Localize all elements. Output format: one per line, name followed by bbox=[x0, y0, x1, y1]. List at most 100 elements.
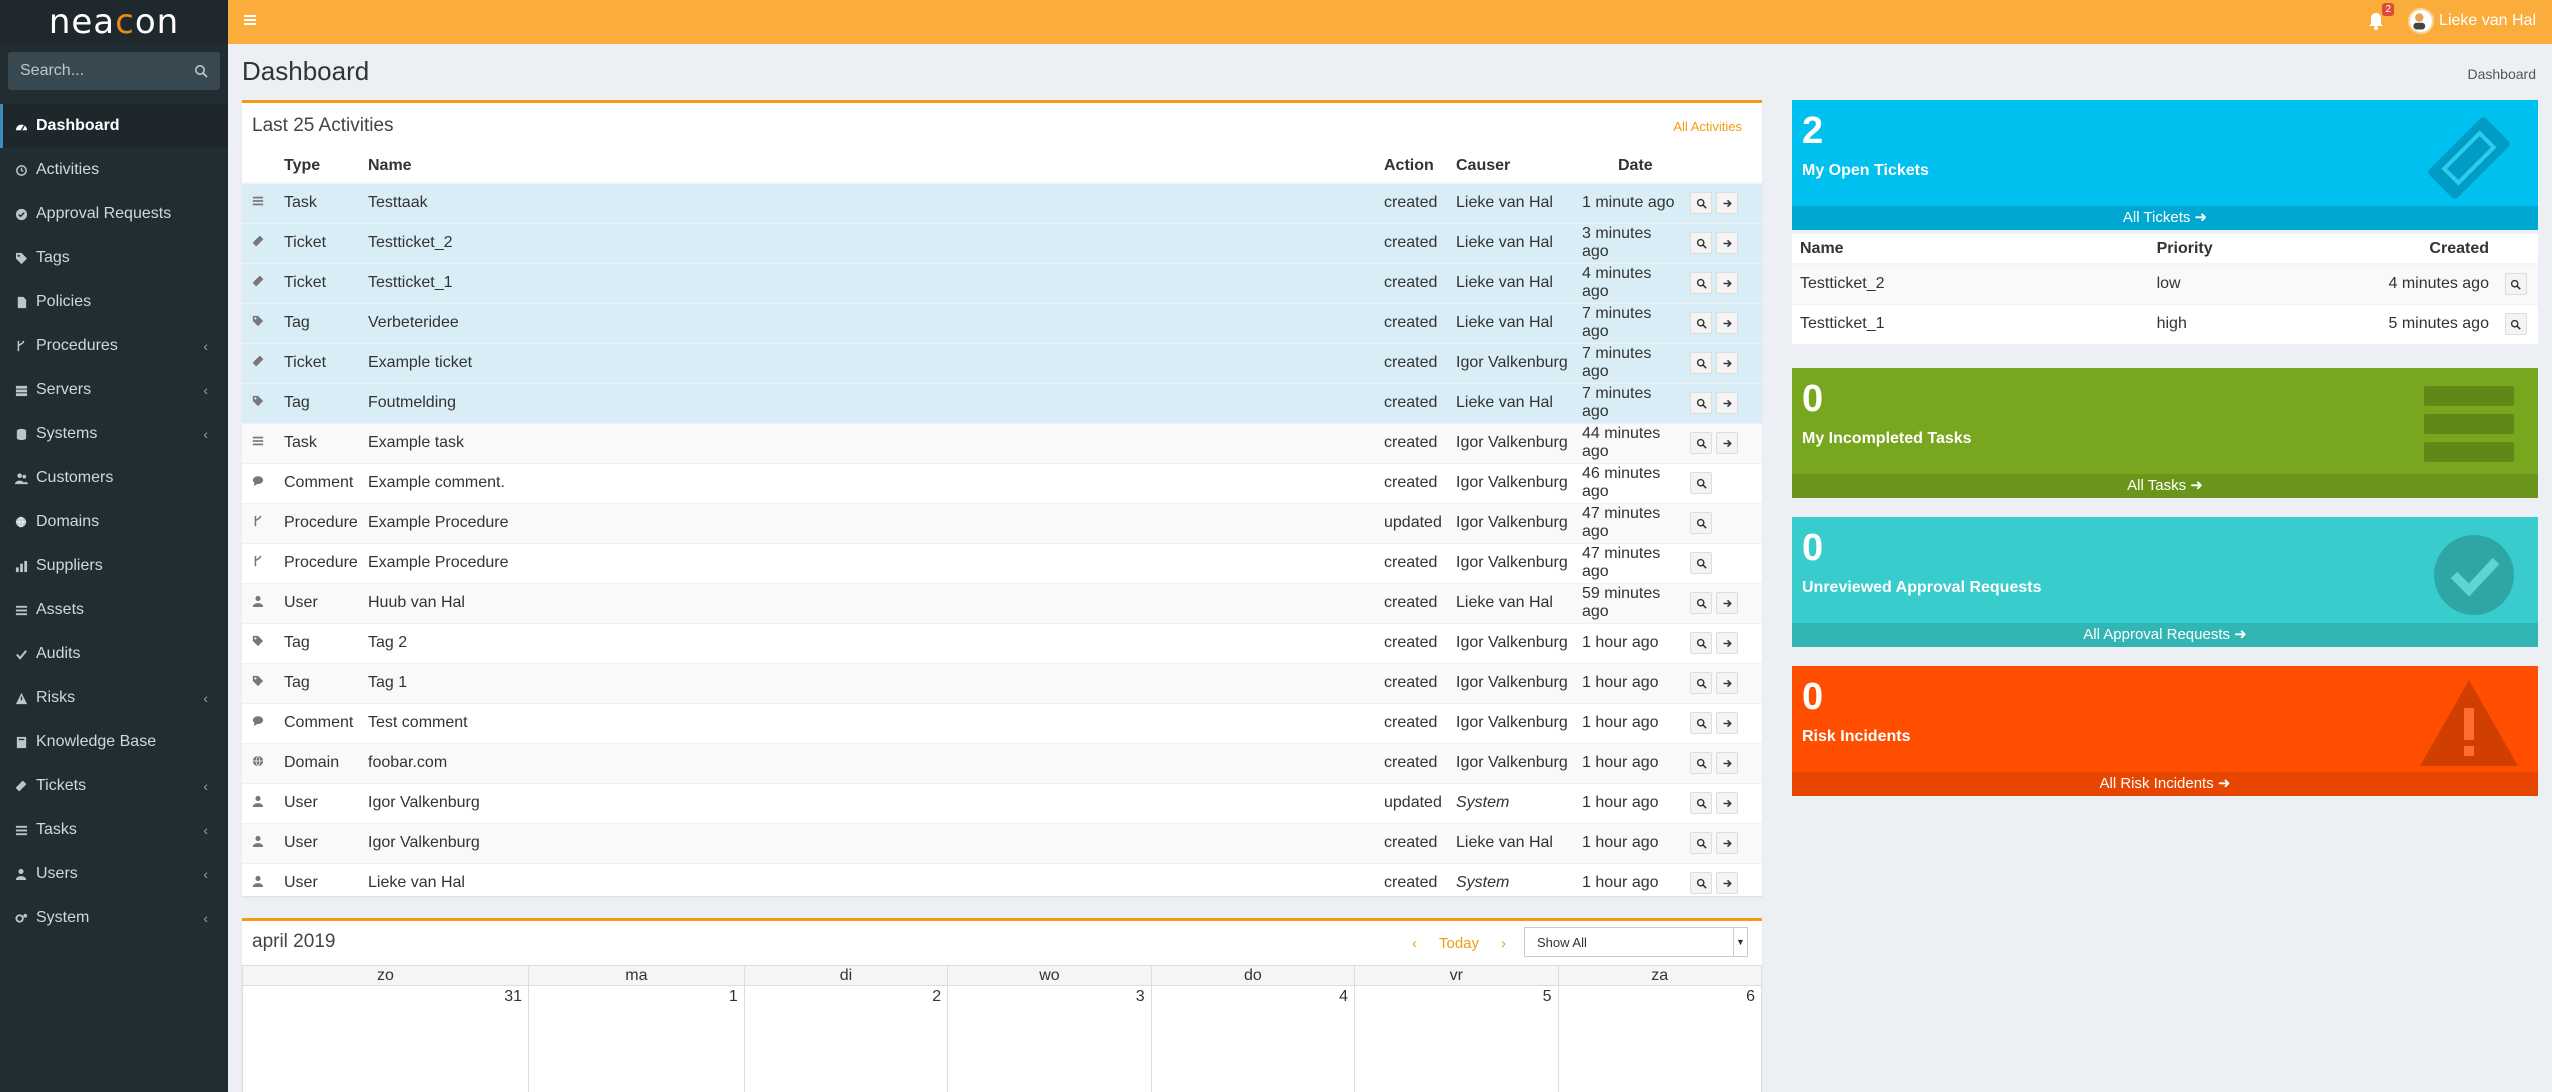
go-to-button[interactable] bbox=[1716, 232, 1738, 254]
search-input[interactable] bbox=[20, 62, 190, 80]
view-button[interactable] bbox=[1690, 392, 1712, 414]
table-row[interactable]: Ticket Testticket_1 created Lieke van Hal 4 … bbox=[242, 262, 1762, 303]
sidebar-item-tasks[interactable]: Tasks ‹ bbox=[0, 808, 228, 852]
go-to-button[interactable] bbox=[1716, 592, 1738, 614]
sidebar-item-users[interactable]: Users ‹ bbox=[0, 852, 228, 896]
type-cell: Task bbox=[276, 422, 360, 463]
view-button[interactable] bbox=[1690, 472, 1712, 494]
table-row[interactable]: Tag Verbeteridee created Lieke van Hal 7 min… bbox=[242, 302, 1762, 343]
view-button[interactable] bbox=[1690, 352, 1712, 374]
table-row[interactable]: Task Testtaak created Lieke van Hal 1 minute… bbox=[242, 182, 1762, 223]
table-row[interactable]: User Igor Valkenburg created Lieke van Hal 1… bbox=[242, 822, 1762, 863]
go-to-button[interactable] bbox=[1716, 192, 1738, 215]
table-row[interactable]: Tag Tag 2 created Igor Valkenburg 1 hour ago bbox=[242, 622, 1762, 663]
all-activities-link[interactable]: All Activities bbox=[1673, 119, 1742, 134]
all-approval-requests-link[interactable]: All Approval Requests ➜ bbox=[1792, 623, 2538, 647]
sidebar-item-policies[interactable]: Policies bbox=[0, 280, 228, 324]
go-to-button[interactable] bbox=[1716, 432, 1738, 454]
calendar-day-cell[interactable]: 4 bbox=[1150, 985, 1356, 1092]
calendar-filter-select[interactable]: Show All ▼ bbox=[1524, 927, 1748, 957]
view-button[interactable] bbox=[1690, 832, 1712, 854]
breadcrumb[interactable]: Dashboard bbox=[2468, 66, 2537, 82]
view-button[interactable] bbox=[1690, 272, 1712, 294]
calendar-day-cell[interactable]: 6 bbox=[1557, 985, 1763, 1092]
table-row[interactable]: Testticket_1 high 5 minutes ago bbox=[1792, 303, 2538, 344]
table-row[interactable]: Comment Test comment created Igor Valkenbur… bbox=[242, 702, 1762, 743]
hamburger-menu-icon[interactable] bbox=[242, 12, 258, 28]
user-name[interactable]: Lieke van Hal bbox=[2439, 12, 2536, 30]
all-tickets-link[interactable]: All Tickets ➜ bbox=[1792, 206, 2538, 230]
sidebar-item-domains[interactable]: Domains bbox=[0, 500, 228, 544]
go-to-button[interactable] bbox=[1716, 792, 1738, 814]
table-row[interactable]: Ticket Testticket_2 created Lieke van Hal 3 … bbox=[242, 222, 1762, 263]
table-row[interactable]: Tag Foutmelding created Lieke van Hal 7 minu… bbox=[242, 382, 1762, 423]
sidebar-item-risks[interactable]: Risks ‹ bbox=[0, 676, 228, 720]
search-icon[interactable] bbox=[194, 64, 208, 78]
sidebar-item-servers[interactable]: Servers ‹ bbox=[0, 368, 228, 412]
go-to-button[interactable] bbox=[1716, 272, 1738, 294]
table-row[interactable]: User Huub van Hal created Lieke van Hal 59 m… bbox=[242, 582, 1762, 623]
view-button[interactable] bbox=[1690, 672, 1712, 694]
sidebar-item-audits[interactable]: Audits bbox=[0, 632, 228, 676]
all-risk-incidents-link[interactable]: All Risk Incidents ➜ bbox=[1792, 772, 2538, 796]
go-to-button[interactable] bbox=[1716, 312, 1738, 334]
calendar-today-button[interactable]: Today bbox=[1439, 935, 1479, 952]
all-tasks-link[interactable]: All Tasks ➜ bbox=[1792, 474, 2538, 498]
go-to-button[interactable] bbox=[1716, 672, 1738, 694]
go-to-button[interactable] bbox=[1716, 392, 1738, 414]
go-to-button[interactable] bbox=[1716, 632, 1738, 654]
sidebar-item-tickets[interactable]: Tickets ‹ bbox=[0, 764, 228, 808]
view-button[interactable] bbox=[1690, 312, 1712, 334]
view-button[interactable] bbox=[1690, 872, 1712, 895]
sidebar-item-assets[interactable]: Assets bbox=[0, 588, 228, 632]
view-button[interactable] bbox=[1690, 432, 1712, 454]
sidebar-item-approval-requests[interactable]: Approval Requests bbox=[0, 192, 228, 236]
calendar-day-cell[interactable]: 5 bbox=[1354, 985, 1559, 1092]
table-row[interactable]: Comment Example comment. created Igor Valke… bbox=[242, 462, 1762, 503]
sidebar-item-procedures[interactable]: Procedures ‹ bbox=[0, 324, 228, 368]
go-to-button[interactable] bbox=[1716, 752, 1738, 774]
sidebar-item-dashboard[interactable]: Dashboard bbox=[0, 104, 228, 148]
view-button[interactable] bbox=[1690, 592, 1712, 614]
neacon-logo[interactable]: nea c on bbox=[0, 0, 228, 44]
view-button[interactable] bbox=[1690, 232, 1712, 254]
calendar-next-button[interactable]: › bbox=[1501, 935, 1506, 952]
table-row[interactable]: Domain foobar.com created Igor Valkenburg 1 … bbox=[242, 742, 1762, 783]
table-row[interactable]: Task Example task created Igor Valkenburg 44… bbox=[242, 422, 1762, 463]
view-button[interactable] bbox=[1690, 512, 1712, 534]
tag-icon bbox=[252, 674, 264, 687]
table-row[interactable]: Procedure Example Procedure updated Igor Va… bbox=[242, 502, 1762, 543]
calendar-prev-button[interactable]: ‹ bbox=[1412, 935, 1417, 952]
chevron-down-icon[interactable]: ▼ bbox=[1733, 928, 1747, 956]
view-button[interactable] bbox=[1690, 792, 1712, 814]
sidebar-item-systems[interactable]: Systems ‹ bbox=[0, 412, 228, 456]
table-row[interactable]: User Igor Valkenburg updated System 1 hour a… bbox=[242, 782, 1762, 823]
table-row[interactable]: Ticket Example ticket created Igor Valkenbu… bbox=[242, 342, 1762, 383]
view-button[interactable] bbox=[2504, 313, 2527, 336]
view-button[interactable] bbox=[2504, 273, 2527, 296]
table-row[interactable]: Procedure Example Procedure created Igor Va… bbox=[242, 542, 1762, 583]
calendar-day-cell[interactable]: 1 bbox=[528, 985, 745, 1092]
sidebar-item-knowledge-base[interactable]: Knowledge Base bbox=[0, 720, 228, 764]
sidebar-item-activities[interactable]: Activities bbox=[0, 148, 228, 192]
table-row[interactable]: User Lieke van Hal created System 1 hour ago bbox=[242, 862, 1762, 903]
calendar-day-cell[interactable]: 2 bbox=[743, 985, 949, 1092]
go-to-button[interactable] bbox=[1716, 872, 1738, 895]
avatar[interactable] bbox=[2408, 8, 2434, 34]
sidebar-item-customers[interactable]: Customers bbox=[0, 456, 228, 500]
view-button[interactable] bbox=[1690, 552, 1712, 574]
calendar-day-cell[interactable]: 3 bbox=[947, 985, 1152, 1092]
view-button[interactable] bbox=[1690, 632, 1712, 654]
sidebar-item-system[interactable]: System ‹ bbox=[0, 896, 228, 940]
sidebar-item-suppliers[interactable]: Suppliers bbox=[0, 544, 228, 588]
go-to-button[interactable] bbox=[1716, 712, 1738, 734]
view-button[interactable] bbox=[1690, 752, 1712, 774]
calendar-day-cell[interactable]: 31 bbox=[242, 985, 529, 1092]
view-button[interactable] bbox=[1690, 192, 1712, 215]
go-to-button[interactable] bbox=[1716, 352, 1738, 374]
table-row[interactable]: Testticket_2 low 4 minutes ago bbox=[1792, 263, 2538, 304]
sidebar-item-tags[interactable]: Tags bbox=[0, 236, 228, 280]
go-to-button[interactable] bbox=[1716, 832, 1738, 854]
table-row[interactable]: Tag Tag 1 created Igor Valkenburg 1 hour ago bbox=[242, 662, 1762, 703]
view-button[interactable] bbox=[1690, 712, 1712, 734]
